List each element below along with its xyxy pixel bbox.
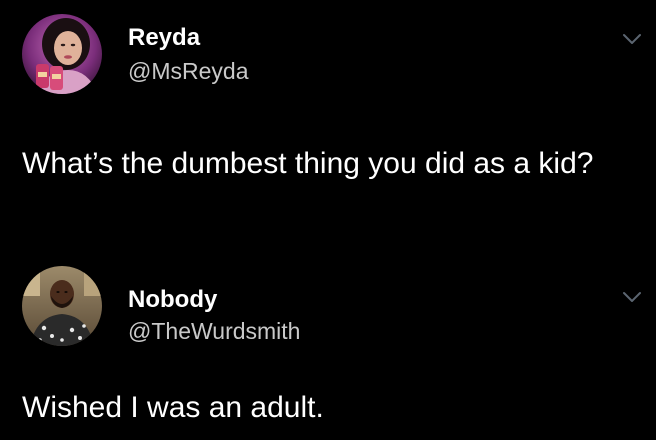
chevron-down-icon[interactable] bbox=[622, 32, 642, 46]
tweet-text: Wished I was an adult. bbox=[22, 391, 324, 424]
avatar-reyda[interactable] bbox=[22, 14, 102, 94]
chevron-down-icon[interactable] bbox=[622, 290, 642, 304]
profile-photo-icon bbox=[22, 14, 102, 94]
user-handle[interactable]: @MsReyda bbox=[128, 58, 249, 85]
display-name[interactable]: Reyda bbox=[128, 24, 200, 52]
tweet-reply[interactable]: Nobody @TheWurdsmith Wished I was an adu… bbox=[0, 252, 656, 440]
avatar-nobody[interactable] bbox=[22, 266, 102, 346]
profile-photo-icon bbox=[22, 266, 102, 346]
user-handle[interactable]: @TheWurdsmith bbox=[128, 318, 300, 345]
tweet-original[interactable]: Reyda @MsReyda What’s the dumbest thing … bbox=[0, 0, 656, 245]
display-name[interactable]: Nobody bbox=[128, 286, 217, 314]
tweet-text: What’s the dumbest thing you did as a ki… bbox=[22, 147, 594, 180]
